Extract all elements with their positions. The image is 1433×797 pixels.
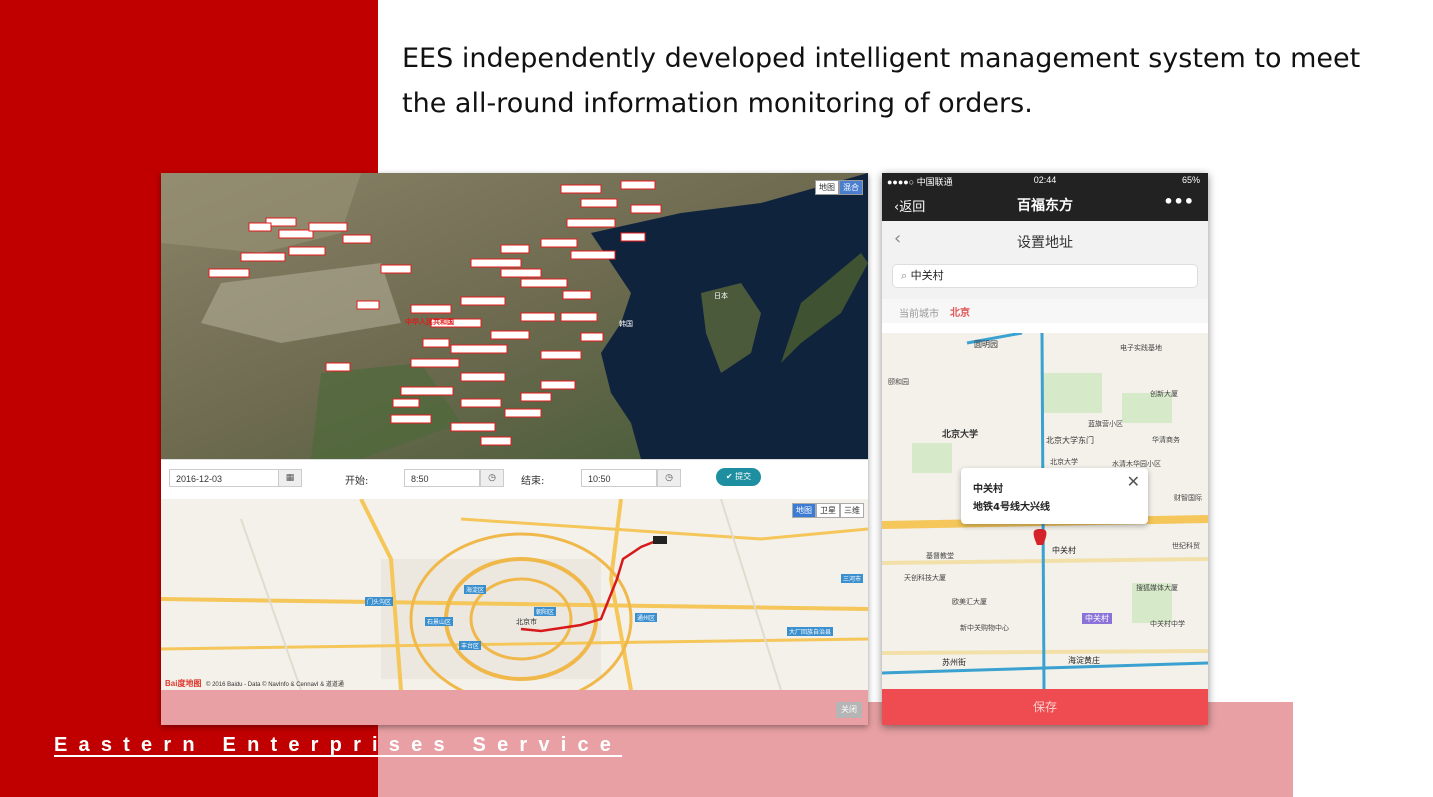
search-value: 中关村 [910, 269, 944, 282]
route-street-map[interactable]: 地图 卫星 三维 北京市 海淀区 朝阳区 门头沟区 石景山区 丰台区 通州区 大… [161, 499, 868, 690]
map-place-zhongguancun-station: 中关村 [1052, 546, 1076, 555]
map-copyright: © 2016 Baidu - Data © NavInfo & CennavI … [206, 682, 344, 688]
street-map-layer [161, 499, 868, 690]
close-icon[interactable]: ✕ [1127, 472, 1140, 491]
japan-label: 日本 [714, 292, 728, 300]
mobile-address-screenshot: ●●●●○ 中国联通 02:44 65% ‹返回 百福东方 ••• ‹ 设置地址… [882, 173, 1208, 725]
start-label: 开始: [345, 476, 369, 487]
time-filter-bar: 2016-12-03 ▦ 开始: 8:50 ◷ 结束: 10:50 ◷ ✔ 提交 [161, 459, 868, 500]
popup-subtitle: 地铁4号线大兴线 [973, 502, 1050, 513]
map-place-sohu: 搜狐媒体大厦 [1136, 584, 1178, 592]
page-title: 设置地址 [1017, 235, 1073, 251]
map-place-yiheyuan: 颐和园 [888, 378, 909, 386]
search-area: ⌕ 中关村 [882, 261, 1208, 299]
map-tab-map[interactable]: 地图 [792, 503, 816, 518]
start-clock-icon[interactable]: ◷ [480, 469, 504, 487]
hybrid-mode-button[interactable]: 混合 [839, 180, 863, 195]
map-place-pku-2: 北京大学 [1050, 458, 1078, 466]
district-label-fengtai: 丰台区 [459, 641, 482, 650]
map-place-electronics-base: 电子实践基地 [1120, 344, 1162, 352]
calendar-icon[interactable]: ▦ [278, 469, 302, 487]
end-time-input[interactable]: 10:50 [581, 469, 657, 487]
satellite-map[interactable]: 地图 混合 韩国 日本 中华人民共和国 [161, 173, 868, 459]
district-label-haidian: 海淀区 [464, 585, 487, 594]
map-place-zgc-school: 中关村中学 [1150, 620, 1185, 628]
start-time-input[interactable]: 8:50 [404, 469, 480, 487]
map-place-caizhi: 财智国际 [1174, 494, 1202, 502]
current-city-name: 北京 [950, 308, 970, 319]
map-place-lanqiying: 蓝旗营小区 [1088, 420, 1123, 428]
district-label-tongzhou: 通州区 [635, 613, 658, 622]
address-search-input[interactable]: ⌕ 中关村 [892, 264, 1198, 288]
more-menu-icon[interactable]: ••• [1163, 192, 1194, 211]
desktop-tracking-screenshot: 地图 混合 韩国 日本 中华人民共和国 2016-12-03 ▦ 开始: 8:5… [161, 173, 868, 725]
current-city-row[interactable]: 当前城市 北京 [882, 299, 1208, 323]
page-header: ‹ 设置地址 [882, 221, 1208, 262]
submit-button[interactable]: ✔ 提交 [716, 468, 761, 486]
map-place-suzhoujie: 苏州街 [942, 658, 966, 667]
district-label-sanhe: 三河市 [841, 574, 864, 583]
nav-bar: ‹返回 百福东方 ••• [882, 188, 1208, 221]
district-label-chaoyang: 朝阳区 [534, 607, 557, 616]
search-icon: ⌕ [901, 269, 908, 282]
map-place-huaqing: 华清商务 [1152, 436, 1180, 444]
status-time: 02:44 [1033, 175, 1057, 185]
map-place-oumeihui: 欧美汇大厦 [952, 598, 987, 606]
order-marker-cluster [208, 180, 662, 446]
map-place-tianchuang: 天创科技大厦 [904, 574, 946, 582]
close-button[interactable]: 关闭 [836, 702, 862, 718]
korea-label: 韩国 [619, 320, 633, 328]
map-mode-button[interactable]: 地图 [815, 180, 839, 195]
district-label-shijingshan: 石景山区 [425, 617, 454, 626]
map-place-yuanmingyuan: 圆明园 [974, 340, 998, 349]
save-button[interactable]: 保存 [882, 689, 1208, 725]
map-place-pku-east-gate: 北京大学东门 [1046, 436, 1094, 445]
satellite-map-toggle[interactable]: 地图 混合 [815, 180, 863, 195]
nav-title: 百福东方 [1017, 198, 1073, 214]
popup-title: 中关村 [973, 484, 1003, 495]
map-place-haidianhuangzhuang: 海淀黄庄 [1068, 656, 1100, 665]
map-place-church: 基督教堂 [926, 552, 954, 560]
district-label-mentougou: 门头沟区 [365, 597, 394, 606]
footer-brand: Eastern Enterprises Service [54, 734, 623, 756]
location-popup[interactable]: 中关村 地铁4号线大兴线 ✕ [961, 468, 1148, 524]
current-city-label: 当前城市 [899, 309, 939, 320]
end-clock-icon[interactable]: ◷ [657, 469, 681, 487]
china-label: 中华人民共和国 [405, 318, 454, 326]
desktop-footer-strip: 关闭 [161, 690, 868, 725]
end-label: 结束: [521, 476, 545, 487]
battery-level: 65% [1181, 175, 1200, 185]
street-map-tabs[interactable]: 地图 卫星 三维 [792, 503, 864, 518]
map-place-chuangxin: 创新大厦 [1150, 390, 1178, 398]
map-place-pku: 北京大学 [942, 430, 979, 440]
slide-headline: EES independently developed intelligent … [402, 43, 1361, 119]
date-input[interactable]: 2016-12-03 [169, 469, 279, 487]
district-label-dachang: 大厂回族自治县 [787, 627, 834, 636]
map-place-xinzhongguan: 新中关购物中心 [960, 624, 1009, 632]
map-tab-3d[interactable]: 三维 [840, 503, 864, 518]
baidu-logo: Bai度地图 [165, 679, 202, 688]
beijing-label: 北京市 [516, 618, 537, 626]
status-bar: ●●●●○ 中国联通 02:44 65% [882, 173, 1208, 188]
map-place-zhongguancun-area: 中关村 [1082, 613, 1112, 624]
map-tab-satellite[interactable]: 卫星 [816, 503, 840, 518]
map-place-shiji: 世纪科贸 [1172, 542, 1200, 550]
